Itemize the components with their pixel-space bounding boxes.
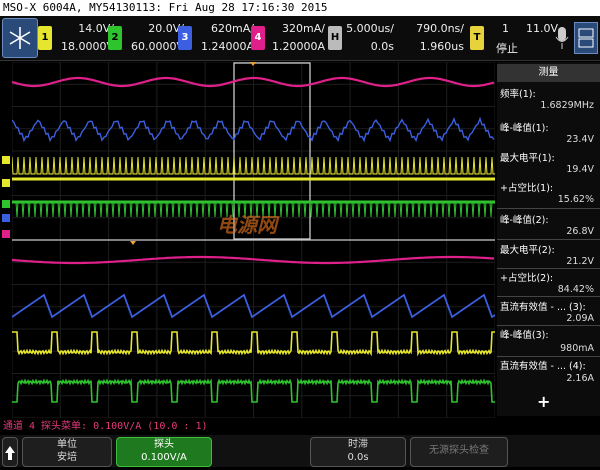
measurement-label: +占空比(2): xyxy=(500,273,554,284)
measurement-label: +占空比(1): xyxy=(500,183,554,194)
back-arrow-icon xyxy=(5,446,15,460)
measurement-label: 峰-峰值(1): xyxy=(500,123,549,134)
ch1-tag: 1 xyxy=(38,26,52,50)
horizontal-scale: 5.000us/ xyxy=(346,22,394,35)
skew-value: 0.0s xyxy=(347,452,369,463)
title-bar: MSO-X 6004A, MY54130113: Fri Aug 28 17:1… xyxy=(0,0,600,16)
ch4-offset: 1.20000A xyxy=(271,40,325,53)
snowflake-icon xyxy=(9,27,31,49)
ch3-control[interactable]: 3 620mA/ 1.24000A xyxy=(178,20,258,56)
horizontal-delay: 0.0s xyxy=(370,40,394,53)
divider xyxy=(497,208,600,209)
probe-value: 0.100V/A xyxy=(141,452,187,463)
passive-probe-check-label: 无源探头检查 xyxy=(429,445,489,456)
ch3-scale: 620mA/ xyxy=(211,22,254,35)
ch1-offset: 18.0000V xyxy=(60,40,114,53)
horizontal-tag: H xyxy=(328,26,342,50)
measurement-value: 21.2V xyxy=(566,256,594,267)
measurements-panel: 测量 频率(1): 1.6829MHz 峰-峰值(1): 23.4V 最大电平(… xyxy=(497,62,600,416)
ch2-offset: 60.0000V xyxy=(130,40,184,53)
divider xyxy=(497,325,600,326)
measurement-value: 19.4V xyxy=(566,164,594,175)
display-mode-button[interactable] xyxy=(574,22,598,54)
microphone-icon[interactable] xyxy=(553,24,571,52)
skew-label: 时滞 xyxy=(348,439,368,450)
measurement-label: 峰-峰值(2): xyxy=(500,215,549,226)
unit-value: 安培 xyxy=(57,452,77,463)
probe-softkey[interactable]: 探头 0.100V/A xyxy=(116,437,212,467)
add-measurement-button[interactable]: + xyxy=(537,392,550,411)
zoom-scale: 790.0ns/ xyxy=(416,22,464,35)
measurement-value: 980mA xyxy=(560,343,594,354)
waveform-svg xyxy=(11,61,496,419)
measurement-label: 直流有效值 - ... (4): xyxy=(500,361,586,372)
measurement-value: 23.4V xyxy=(566,134,594,145)
divider xyxy=(497,239,600,240)
multiscreen-icon xyxy=(578,28,594,48)
trigger-source: 1 xyxy=(502,22,509,35)
measurement-value: 26.8V xyxy=(566,226,594,237)
measurement-label: 直流有效值 - ... (3): xyxy=(500,302,586,313)
ch4-tag: 4 xyxy=(251,26,265,50)
ch1-upper-marker[interactable] xyxy=(2,156,10,164)
ch3-tag: 3 xyxy=(178,26,192,50)
trigger-control[interactable]: T 1 停止 11.0V xyxy=(470,20,560,56)
ch1-marker[interactable] xyxy=(2,179,10,187)
ch4-scale: 320mA/ xyxy=(282,22,325,35)
trigger-tag: T xyxy=(470,26,484,50)
status-line: 通道 4 探头菜单: 0.100V/A (10.0 : 1) xyxy=(0,420,600,434)
waveform-display[interactable]: 电源网 xyxy=(11,61,496,419)
back-button[interactable] xyxy=(2,437,18,467)
channel-ground-markers xyxy=(0,62,12,418)
ch2-control[interactable]: 2 20.0V/ 60.0000V xyxy=(108,20,188,56)
divider xyxy=(497,296,600,297)
measurements-header: 测量 xyxy=(497,64,600,82)
ch3-marker[interactable] xyxy=(2,214,10,222)
ch4-marker[interactable] xyxy=(2,230,10,238)
zoom-delay: 1.960us xyxy=(419,40,464,53)
measurement-value: 15.62% xyxy=(557,194,594,205)
measurement-label: 频率(1): xyxy=(500,89,536,100)
watermark-logo: 电源网 xyxy=(217,213,277,237)
channel-toolbar: 1 14.0V/ 18.0000V 2 20.0V/ 60.0000V 3 62… xyxy=(0,16,600,61)
softkey-bar: 单位 安培 探头 0.100V/A 时滞 0.0s 无源探头检查 xyxy=(0,435,600,467)
measurement-value: 1.6829MHz xyxy=(540,100,594,111)
skew-softkey[interactable]: 时滞 0.0s xyxy=(310,437,406,467)
measurement-label: 峰-峰值(3): xyxy=(500,330,549,341)
ch1-control[interactable]: 1 14.0V/ 18.0000V xyxy=(38,20,118,56)
horizontal-control[interactable]: H 5.000us/ 0.0s 790.0ns/ 1.960us xyxy=(326,20,466,56)
measurement-value: 84.42% xyxy=(557,284,594,295)
ch2-tag: 2 xyxy=(108,26,122,50)
passive-probe-check-softkey[interactable]: 无源探头检查 xyxy=(410,437,508,467)
measurement-label: 最大电平(1): xyxy=(500,153,555,164)
ch3-offset: 1.24000A xyxy=(200,40,254,53)
divider xyxy=(497,356,600,357)
main-menu-button[interactable] xyxy=(2,18,38,58)
ch2-marker[interactable] xyxy=(2,200,10,208)
trigger-position-marker xyxy=(130,241,136,245)
divider xyxy=(497,268,600,269)
measurement-label: 最大电平(2): xyxy=(500,245,555,256)
measurement-value: 2.16A xyxy=(566,373,594,384)
trigger-position-marker xyxy=(250,62,256,66)
ch4-control[interactable]: 4 320mA/ 1.20000A xyxy=(251,20,329,56)
unit-label: 单位 xyxy=(57,439,77,450)
run-state: 停止 xyxy=(496,42,518,55)
unit-softkey[interactable]: 单位 安培 xyxy=(22,437,112,467)
measurement-value: 2.09A xyxy=(566,313,594,324)
probe-label: 探头 xyxy=(154,439,174,450)
